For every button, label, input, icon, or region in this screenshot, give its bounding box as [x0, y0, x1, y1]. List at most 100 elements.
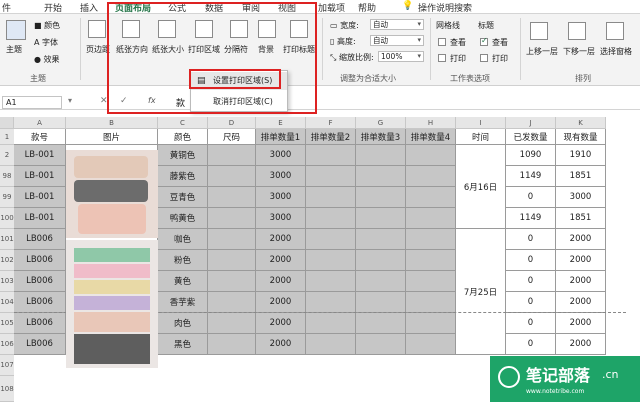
table-cell[interactable]: 2000	[256, 313, 306, 334]
themes-button[interactable]: 主题	[6, 44, 22, 55]
table-cell[interactable]: 肉色	[158, 313, 208, 334]
table-cell[interactable]	[208, 187, 256, 208]
column-header[interactable]: A	[14, 117, 66, 129]
table-cell[interactable]	[306, 250, 356, 271]
table-cell[interactable]: 1149	[506, 166, 556, 187]
table-cell[interactable]	[208, 250, 256, 271]
column-header[interactable]: G	[356, 117, 406, 129]
table-cell[interactable]: 2000	[256, 250, 306, 271]
column-header[interactable]: I	[456, 117, 506, 129]
column-header[interactable]: H	[406, 117, 456, 129]
table-cell[interactable]: 3000	[256, 187, 306, 208]
table-cell[interactable]: 0	[506, 250, 556, 271]
table-cell[interactable]	[356, 145, 406, 166]
column-header[interactable]: J	[506, 117, 556, 129]
table-cell[interactable]	[356, 271, 406, 292]
table-cell[interactable]: 0	[506, 229, 556, 250]
table-cell[interactable]	[306, 145, 356, 166]
table-cell[interactable]: 2000	[256, 229, 306, 250]
table-cell[interactable]	[306, 292, 356, 313]
product-image-lb006[interactable]	[66, 240, 158, 368]
table-cell[interactable]: 0	[506, 292, 556, 313]
table-cell[interactable]	[406, 271, 456, 292]
table-cell[interactable]	[208, 145, 256, 166]
table-cell[interactable]: 0	[506, 271, 556, 292]
table-cell[interactable]	[406, 145, 456, 166]
table-cell[interactable]	[406, 292, 456, 313]
table-cell[interactable]: 0	[506, 313, 556, 334]
table-cell[interactable]	[208, 313, 256, 334]
table-cell[interactable]	[208, 208, 256, 229]
row-header[interactable]: 2	[0, 145, 14, 166]
row-header[interactable]: 106	[0, 334, 14, 355]
row-header[interactable]: 100	[0, 208, 14, 229]
table-cell[interactable]: 2000	[256, 334, 306, 355]
table-cell[interactable]	[306, 334, 356, 355]
tab-insert[interactable]: 插入	[80, 1, 98, 14]
table-cell[interactable]: LB006	[14, 313, 66, 334]
table-cell[interactable]	[406, 229, 456, 250]
table-cell[interactable]	[356, 334, 406, 355]
table-cell[interactable]: 0	[506, 334, 556, 355]
table-cell[interactable]: LB-001	[14, 145, 66, 166]
table-cell[interactable]: 黄色	[158, 271, 208, 292]
header-cell[interactable]: 时间	[456, 129, 506, 145]
table-cell[interactable]	[406, 313, 456, 334]
table-cell[interactable]	[208, 271, 256, 292]
table-cell[interactable]: 2000	[556, 229, 606, 250]
table-cell[interactable]: 1090	[506, 145, 556, 166]
table-cell[interactable]: 1910	[556, 145, 606, 166]
table-cell[interactable]: 1851	[556, 208, 606, 229]
table-cell[interactable]	[356, 250, 406, 271]
row-header[interactable]: 98	[0, 166, 14, 187]
table-cell[interactable]: 2000	[556, 313, 606, 334]
tab-help[interactable]: 帮助	[358, 1, 376, 14]
table-cell[interactable]: 香芋紫	[158, 292, 208, 313]
table-cell[interactable]: LB006	[14, 271, 66, 292]
table-cell[interactable]	[406, 208, 456, 229]
table-cell[interactable]	[306, 166, 356, 187]
bring-forward-button[interactable]: 上移一层	[526, 46, 558, 57]
table-cell[interactable]: 2000	[556, 334, 606, 355]
header-cell[interactable]: 款号	[14, 129, 66, 145]
column-header[interactable]: K	[556, 117, 606, 129]
row-header[interactable]: 107	[0, 355, 14, 376]
colors-button[interactable]: ■ 颜色	[34, 20, 60, 31]
table-cell[interactable]	[208, 229, 256, 250]
header-cell[interactable]: 排单数量2	[306, 129, 356, 145]
date-cell[interactable]: 6月16日	[456, 145, 506, 229]
header-cell[interactable]: 排单数量3	[356, 129, 406, 145]
table-cell[interactable]: 3000	[256, 166, 306, 187]
table-cell[interactable]	[208, 292, 256, 313]
name-box-dropdown-icon[interactable]: ▾	[68, 96, 72, 105]
table-cell[interactable]	[208, 334, 256, 355]
table-cell[interactable]: 咖色	[158, 229, 208, 250]
table-cell[interactable]: 0	[506, 187, 556, 208]
table-cell[interactable]: 2000	[556, 250, 606, 271]
table-cell[interactable]: 粉色	[158, 250, 208, 271]
table-cell[interactable]: 黑色	[158, 334, 208, 355]
selection-pane-button[interactable]: 选择窗格	[600, 46, 632, 57]
column-header[interactable]: E	[256, 117, 306, 129]
table-cell[interactable]	[208, 166, 256, 187]
row-header[interactable]: 105	[0, 313, 14, 334]
product-image-lb001[interactable]	[66, 150, 158, 238]
header-cell[interactable]: 排单数量4	[406, 129, 456, 145]
header-cell[interactable]: 尺码	[208, 129, 256, 145]
table-cell[interactable]: LB006	[14, 292, 66, 313]
table-cell[interactable]	[306, 313, 356, 334]
row-header[interactable]: 108	[0, 376, 14, 402]
table-cell[interactable]	[356, 229, 406, 250]
table-cell[interactable]: 鸭黄色	[158, 208, 208, 229]
tab-addins[interactable]: 加载项	[318, 1, 345, 14]
table-cell[interactable]: 藤紫色	[158, 166, 208, 187]
table-cell[interactable]	[406, 250, 456, 271]
table-cell[interactable]: 黄铜色	[158, 145, 208, 166]
gridlines-print-checkbox[interactable]	[438, 54, 446, 62]
table-cell[interactable]: LB006	[14, 229, 66, 250]
column-header[interactable]: F	[306, 117, 356, 129]
table-cell[interactable]	[306, 229, 356, 250]
gridlines-view-checkbox[interactable]	[438, 38, 446, 46]
effects-button[interactable]: ● 效果	[34, 54, 60, 65]
table-cell[interactable]: LB006	[14, 334, 66, 355]
